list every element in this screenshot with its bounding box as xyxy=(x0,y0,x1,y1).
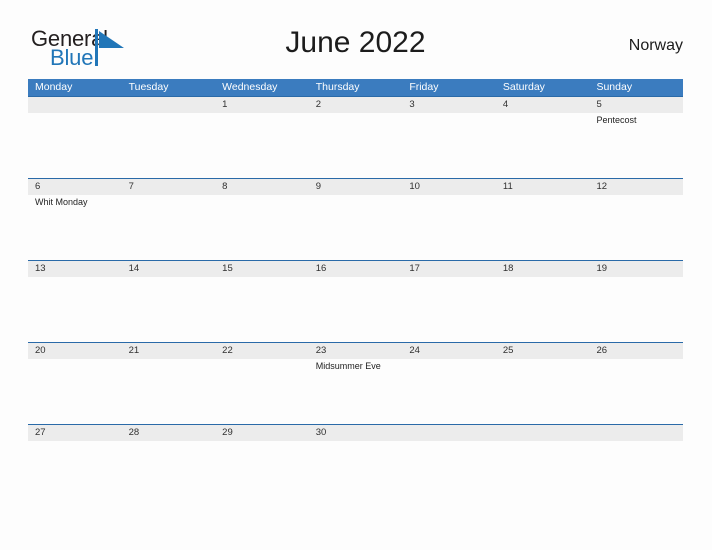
day-number: 13 xyxy=(35,263,46,274)
day-number: 5 xyxy=(596,99,602,110)
weekday-header-thursday: Thursday xyxy=(315,81,360,93)
calendar-day-cell[interactable]: 8 xyxy=(215,179,309,260)
calendar-day-cell[interactable]: 15 xyxy=(215,261,309,342)
day-event: Pentecost xyxy=(596,115,637,125)
calendar-day-cell[interactable]: 10 xyxy=(402,179,496,260)
calendar-day-cell[interactable]: 19 xyxy=(589,261,683,342)
calendar-day-cell[interactable]: 14 xyxy=(122,261,216,342)
calendar-day-cell[interactable]: 16 xyxy=(309,261,403,342)
calendar-day-cell[interactable]: 17 xyxy=(402,261,496,342)
calendar-week-row: 1 2 3 4 5 Pentecost xyxy=(28,96,683,178)
calendar-day-cell[interactable]: 7 xyxy=(122,179,216,260)
country-label: Norway xyxy=(628,37,683,54)
day-number: 2 xyxy=(315,99,322,110)
weekday-header-sunday: Sunday xyxy=(596,81,633,93)
day-number: 10 xyxy=(409,181,420,192)
day-number: 9 xyxy=(315,181,322,192)
day-number: 16 xyxy=(315,263,327,274)
weekday-header-friday: Friday xyxy=(409,81,439,93)
calendar-day-cell[interactable] xyxy=(28,97,122,178)
day-number: 17 xyxy=(409,263,420,274)
day-number: 3 xyxy=(409,99,415,110)
calendar-day-cell[interactable]: 18 xyxy=(496,261,590,342)
calendar-week-row: 27 28 29 30 xyxy=(28,424,683,506)
calendar-day-cell[interactable]: 5 Pentecost xyxy=(589,97,683,178)
day-number: 23 xyxy=(315,345,327,356)
day-number: 7 xyxy=(128,181,134,192)
calendar-page: General Blue June 2022 Norway Monday Tue… xyxy=(0,0,712,550)
calendar-day-cell[interactable] xyxy=(122,97,216,178)
day-number: 30 xyxy=(315,427,327,438)
calendar-day-cell[interactable]: 29 xyxy=(215,425,309,506)
weekday-header-wednesday: Wednesday xyxy=(222,81,278,93)
weekday-header-tuesday: Tuesday xyxy=(128,81,169,93)
calendar-day-cell[interactable]: 1 xyxy=(215,97,309,178)
calendar-day-cell[interactable] xyxy=(589,425,683,506)
weekday-header-row: Monday Tuesday Wednesday Thursday Friday… xyxy=(28,79,683,96)
calendar-day-cell[interactable]: 2 xyxy=(309,97,403,178)
day-number: 19 xyxy=(596,263,608,274)
day-number: 11 xyxy=(502,181,513,192)
day-number: 4 xyxy=(502,99,509,110)
calendar-day-cell[interactable]: 23 Midsummer Eve xyxy=(309,343,403,424)
calendar-week-row: 6 Whit Monday 7 8 9 10 11 12 xyxy=(28,178,683,260)
day-number: 28 xyxy=(128,427,140,438)
page-title: June 2022 xyxy=(285,26,426,59)
calendar-day-cell[interactable] xyxy=(402,425,496,506)
calendar-day-cell[interactable] xyxy=(496,425,590,506)
day-number: 27 xyxy=(35,427,46,438)
day-number: 12 xyxy=(596,181,608,192)
calendar-day-cell[interactable]: 26 xyxy=(589,343,683,424)
calendar-day-cell[interactable]: 27 xyxy=(28,425,122,506)
calendar-day-cell[interactable]: 3 xyxy=(402,97,496,178)
day-number: 15 xyxy=(222,263,233,274)
weekday-header-saturday: Saturday xyxy=(502,81,545,93)
calendar-week-row: 13 14 15 16 17 18 19 xyxy=(28,260,683,342)
calendar-day-cell[interactable]: 12 xyxy=(589,179,683,260)
calendar-day-cell[interactable]: 25 xyxy=(496,343,590,424)
day-number: 25 xyxy=(502,345,514,356)
day-number: 6 xyxy=(35,181,41,192)
day-number: 21 xyxy=(128,345,140,356)
day-event: Midsummer Eve xyxy=(315,361,381,371)
weekday-header-monday: Monday xyxy=(35,81,73,93)
calendar-day-cell[interactable]: 6 Whit Monday xyxy=(28,179,122,260)
calendar-day-cell[interactable]: 13 xyxy=(28,261,122,342)
day-number: 18 xyxy=(502,263,514,274)
day-number: 26 xyxy=(596,345,608,356)
day-number: 20 xyxy=(35,345,46,356)
day-number: 14 xyxy=(128,263,140,274)
calendar-day-cell[interactable]: 22 xyxy=(215,343,309,424)
day-number: 1 xyxy=(222,99,228,110)
calendar-day-cell[interactable]: 4 xyxy=(496,97,590,178)
day-number: 8 xyxy=(222,181,228,192)
calendar-day-cell[interactable]: 20 xyxy=(28,343,122,424)
calendar-day-cell[interactable]: 24 xyxy=(402,343,496,424)
day-event: Whit Monday xyxy=(35,197,88,207)
day-number: 24 xyxy=(409,345,420,356)
day-number: 22 xyxy=(222,345,233,356)
calendar-day-cell[interactable]: 28 xyxy=(122,425,216,506)
calendar-day-cell[interactable]: 21 xyxy=(122,343,216,424)
calendar-grid: Monday Tuesday Wednesday Thursday Friday… xyxy=(28,79,683,506)
day-number: 29 xyxy=(222,427,233,438)
calendar-day-cell[interactable]: 30 xyxy=(309,425,403,506)
page-header: General Blue June 2022 Norway xyxy=(28,26,683,74)
calendar-week-row: 20 21 22 23 Midsummer Eve 24 25 26 xyxy=(28,342,683,424)
calendar-day-cell[interactable]: 11 xyxy=(496,179,590,260)
calendar-day-cell[interactable]: 9 xyxy=(309,179,403,260)
